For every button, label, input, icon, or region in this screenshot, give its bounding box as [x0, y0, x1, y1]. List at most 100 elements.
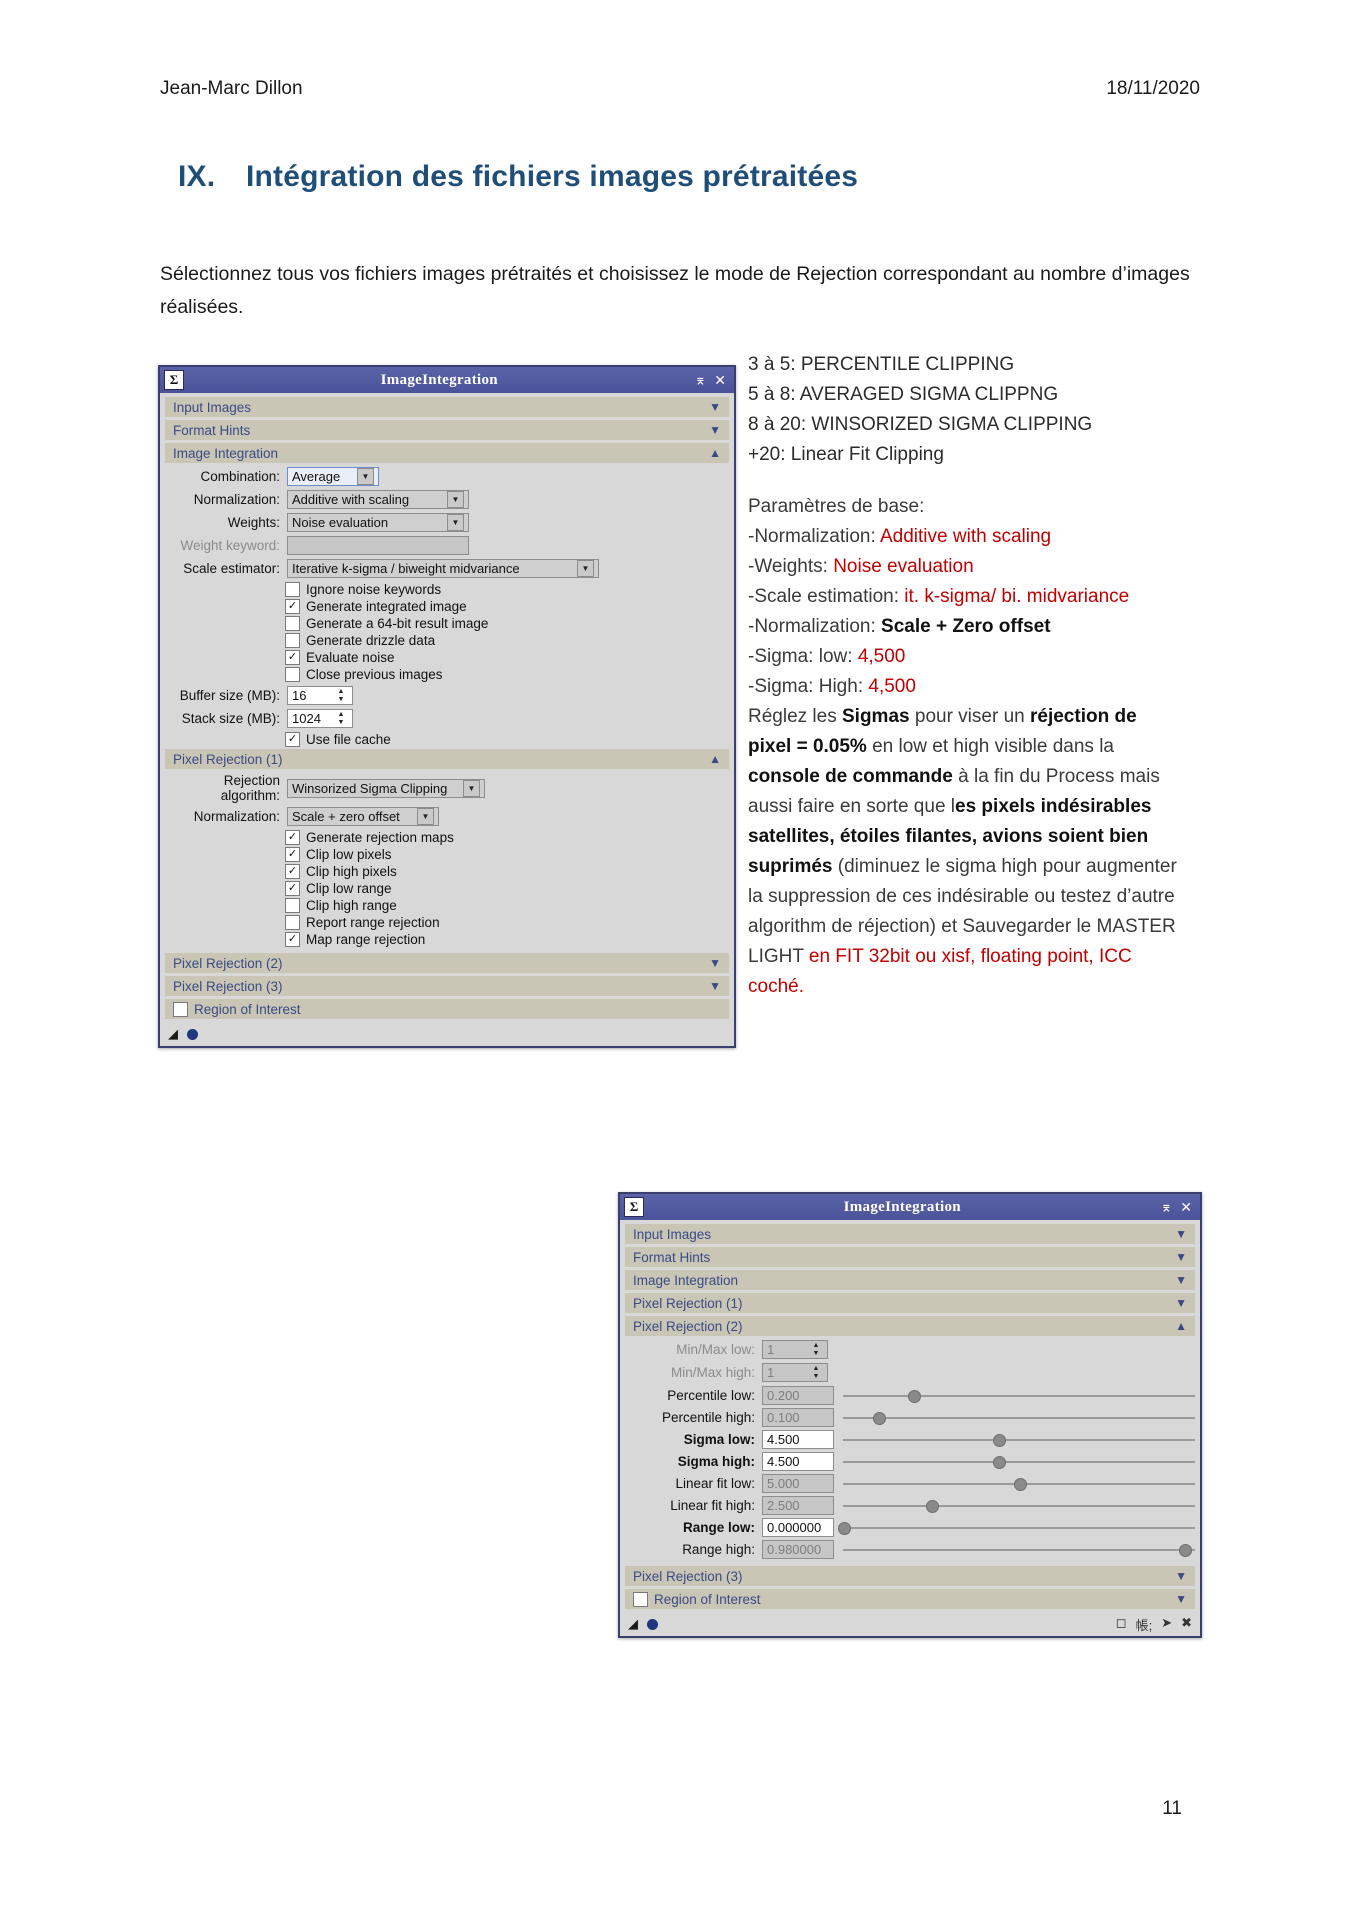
checkbox[interactable] — [285, 932, 300, 947]
checkbox[interactable] — [285, 732, 300, 747]
spinner-input[interactable]: 1024 ▲ ▼ — [287, 709, 353, 728]
slider-track-container[interactable] — [843, 1542, 1195, 1558]
close-icon[interactable]: ✕ — [1180, 1199, 1192, 1216]
dialog1-footer[interactable]: ◢ — [160, 1022, 734, 1046]
checkbox[interactable] — [285, 616, 300, 631]
slider-knob[interactable] — [873, 1411, 887, 1425]
slider-value-input[interactable]: 4.500 — [762, 1452, 834, 1471]
slider-track-container[interactable] — [843, 1388, 1195, 1404]
slider-value-input[interactable]: 4.500 — [762, 1430, 834, 1449]
dialog2-titlebar[interactable]: Σ ImageIntegration ⌆ ✕ — [620, 1194, 1200, 1220]
section-header-image-integration[interactable]: Image Integration ▼ — [625, 1270, 1195, 1290]
checkbox[interactable] — [285, 650, 300, 665]
checkbox-row[interactable]: Clip high range — [285, 898, 729, 913]
checkbox[interactable] — [285, 881, 300, 896]
slider-knob[interactable] — [926, 1499, 939, 1513]
arrow-icon[interactable]: ◢ — [628, 1616, 638, 1632]
section-header-pixel-rejection-3[interactable]: Pixel Rejection (3) ▼ — [625, 1566, 1195, 1586]
pin-icon[interactable]: ⌆ — [1161, 1199, 1173, 1216]
slider-value-input[interactable]: 2.500 — [762, 1496, 834, 1515]
chevron-down-icon[interactable]: ▼ — [357, 468, 374, 485]
checkbox-row[interactable]: Map range rejection — [285, 932, 729, 947]
chevron-down-icon[interactable]: ▼ — [1175, 1296, 1187, 1310]
field-control[interactable]: Iterative k-sigma / biweight midvariance… — [287, 559, 599, 578]
new-instance-icon[interactable] — [647, 1618, 658, 1630]
slider-knob[interactable] — [838, 1521, 851, 1535]
chevron-down-icon[interactable]: ▼ — [709, 979, 721, 993]
field-control[interactable]: Scale + zero offset ▼ — [287, 807, 439, 826]
slider-track-container[interactable] — [843, 1454, 1195, 1470]
region-of-interest-checkbox[interactable] — [633, 1591, 648, 1607]
chevron-down-icon[interactable]: ▼ — [1175, 1569, 1187, 1583]
spinner-input[interactable]: 16 ▲ ▼ — [287, 686, 353, 705]
chevron-down-icon[interactable]: ▼ — [1175, 1227, 1187, 1241]
document-icon[interactable]: 帳; — [1136, 1615, 1153, 1634]
checkbox-row[interactable]: Generate rejection maps — [285, 830, 729, 845]
checkbox[interactable] — [285, 582, 300, 597]
checkbox[interactable] — [285, 599, 300, 614]
chevron-down-icon[interactable]: ▼ — [447, 514, 464, 531]
spinner-input[interactable]: 1 ▲ ▼ — [762, 1340, 828, 1359]
checkbox[interactable] — [285, 847, 300, 862]
field-control[interactable]: Additive with scaling ▼ — [287, 490, 469, 509]
slider-knob[interactable] — [1179, 1543, 1193, 1557]
chevron-down-icon[interactable]: ▼ — [1175, 1250, 1187, 1264]
section-header-pixel-rejection-2[interactable]: Pixel Rejection (2) ▲ — [625, 1316, 1195, 1336]
slider-knob[interactable] — [1014, 1477, 1027, 1491]
section-header-input-images[interactable]: Input Images ▼ — [625, 1224, 1195, 1244]
checkbox-row[interactable]: Evaluate noise — [285, 650, 729, 665]
reset-icon[interactable]: ✖ — [1181, 1615, 1192, 1634]
region-of-interest-checkbox[interactable] — [173, 1001, 188, 1017]
slider-knob[interactable] — [992, 1455, 1006, 1469]
section-header-format-hints[interactable]: Format Hints ▼ — [625, 1247, 1195, 1267]
slider-knob[interactable] — [992, 1433, 1006, 1447]
slider-knob[interactable] — [908, 1389, 922, 1403]
region-of-interest-section[interactable]: Region of Interest — [165, 999, 729, 1019]
checkbox-row[interactable]: Report range rejection — [285, 915, 729, 930]
field-control[interactable] — [287, 536, 469, 555]
new-instance-icon[interactable] — [187, 1028, 198, 1040]
checkbox-row[interactable]: Generate a 64-bit result image — [285, 616, 729, 631]
checkbox[interactable] — [285, 898, 300, 913]
image-integration-dialog-1[interactable]: Σ ImageIntegration ⌆ ✕ Input Images ▼ Form… — [158, 365, 736, 1048]
slider-track-container[interactable] — [843, 1410, 1195, 1426]
slider-value-input[interactable]: 0.000000 — [762, 1518, 834, 1537]
section-header-pixel-rejection-3[interactable]: Pixel Rejection (3) ▼ — [165, 976, 729, 996]
close-icon[interactable]: ✕ — [714, 372, 726, 389]
section-header-image-integration[interactable]: Image Integration ▲ — [165, 443, 729, 463]
spinner-input[interactable]: 1 ▲ ▼ — [762, 1363, 828, 1382]
spinner-arrows[interactable]: ▲ ▼ — [809, 1342, 823, 1358]
checkbox-row[interactable]: Clip low pixels — [285, 847, 729, 862]
checkbox-row[interactable]: Clip low range — [285, 881, 729, 896]
section-header-format-hints[interactable]: Format Hints ▼ — [165, 420, 729, 440]
checkbox-row[interactable]: Use file cache — [285, 732, 729, 747]
image-integration-dialog-2[interactable]: Σ ImageIntegration ⌆ ✕ Input Images ▼ Form… — [618, 1192, 1202, 1638]
checkbox[interactable] — [285, 915, 300, 930]
slider-value-input[interactable]: 0.980000 — [762, 1540, 834, 1559]
dialog1-titlebar[interactable]: Σ ImageIntegration ⌆ ✕ — [160, 367, 734, 393]
chevron-down-icon[interactable]: ▼ — [577, 560, 594, 577]
field-control[interactable]: Noise evaluation ▼ — [287, 513, 469, 532]
slider-value-input[interactable]: 0.100 — [762, 1408, 834, 1427]
section-header-pixel-rejection-1[interactable]: Pixel Rejection (1) ▼ — [625, 1293, 1195, 1313]
field-control[interactable]: Average ▼ — [287, 467, 379, 486]
checkbox[interactable] — [285, 864, 300, 879]
spinner-arrows[interactable]: ▲ ▼ — [334, 688, 348, 704]
checkbox[interactable] — [285, 830, 300, 845]
chevron-down-icon[interactable]: ▼ — [1175, 1273, 1187, 1287]
slider-value-input[interactable]: 0.200 — [762, 1386, 834, 1405]
checkbox-row[interactable]: Generate drizzle data — [285, 633, 729, 648]
chevron-down-icon[interactable]: ▼ — [417, 808, 434, 825]
region-of-interest-section[interactable]: Region of Interest ▼ — [625, 1589, 1195, 1609]
checkbox[interactable] — [285, 633, 300, 648]
checkbox[interactable] — [285, 667, 300, 682]
chevron-down-icon[interactable]: ▼ — [447, 491, 464, 508]
chevron-down-icon[interactable]: ▼ — [1175, 1592, 1187, 1606]
pin-icon[interactable]: ⌆ — [695, 372, 707, 389]
chevron-down-icon[interactable]: ▼ — [709, 956, 721, 970]
field-control[interactable]: Winsorized Sigma Clipping ▼ — [287, 778, 485, 798]
arrow-icon[interactable]: ◢ — [168, 1026, 178, 1042]
dialog2-footer[interactable]: ◢ ◻ 帳; ➤ ✖ — [620, 1612, 1200, 1636]
section-header-pixel-rejection-2[interactable]: Pixel Rejection (2) ▼ — [165, 953, 729, 973]
slider-track-container[interactable] — [843, 1498, 1195, 1514]
